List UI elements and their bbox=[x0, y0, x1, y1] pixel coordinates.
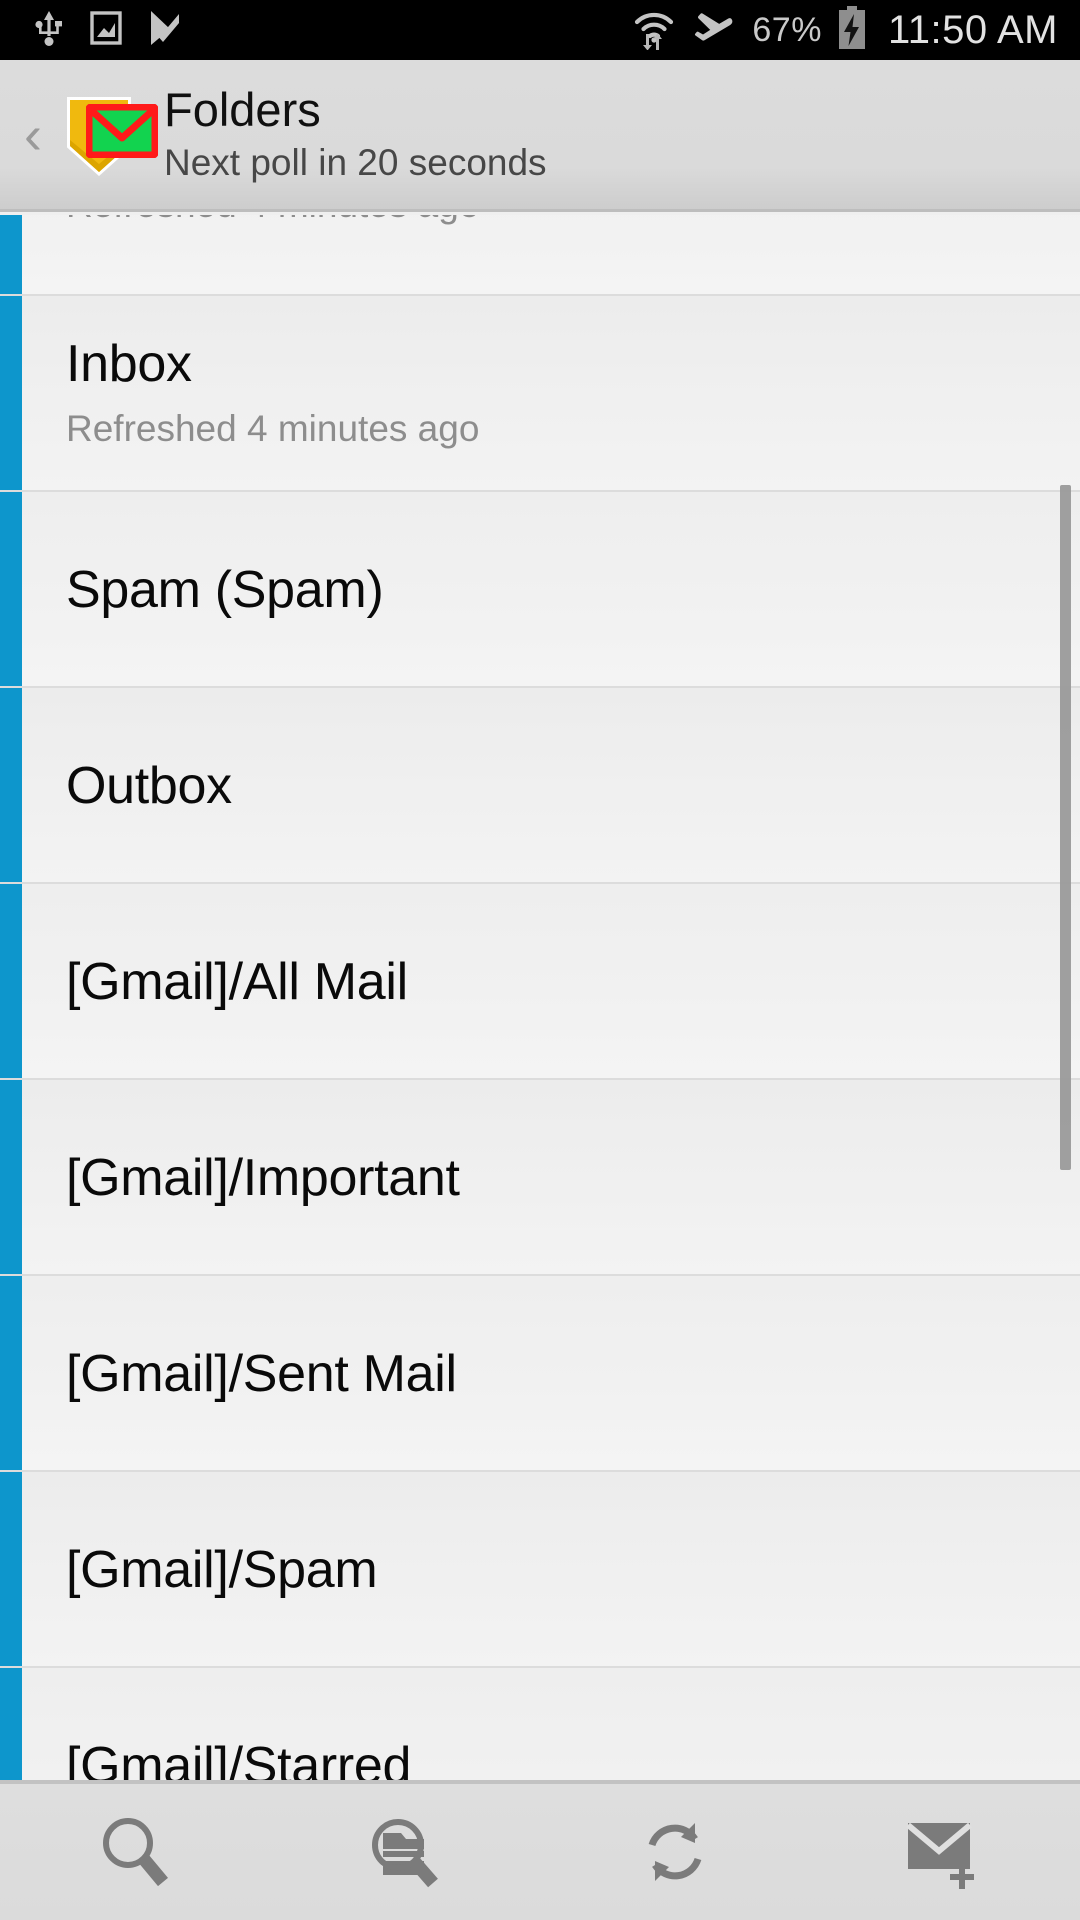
poll-status-label: Next poll in 20 seconds bbox=[164, 141, 547, 183]
folder-list-item[interactable]: [Gmail]/Starred bbox=[0, 1668, 1080, 1780]
status-bar-right-icons: 67% 11:50 AM bbox=[632, 5, 1080, 55]
usb-icon bbox=[34, 9, 64, 52]
folder-list-item[interactable]: [Gmail]/Important bbox=[0, 1080, 1080, 1276]
folder-name: Spam (Spam) bbox=[66, 560, 384, 619]
checkmark-flag-icon bbox=[148, 9, 182, 52]
search-button[interactable] bbox=[0, 1782, 270, 1920]
k9mail-shield-envelope-icon[interactable] bbox=[58, 92, 158, 178]
compose-icon bbox=[902, 1813, 988, 1891]
folder-name: [Gmail]/All Mail bbox=[66, 952, 408, 1011]
folder-name: [Gmail]/Sent Mail bbox=[66, 1344, 457, 1403]
compose-button[interactable] bbox=[810, 1782, 1080, 1920]
folder-name: Outbox bbox=[66, 756, 232, 815]
wifi-transfer-icon bbox=[632, 6, 676, 55]
refresh-button[interactable] bbox=[540, 1782, 810, 1920]
folder-list-item[interactable]: [Gmail]/Sent Mail bbox=[0, 1276, 1080, 1472]
header-text-block: Folders Next poll in 20 seconds bbox=[164, 82, 547, 184]
search-icon bbox=[97, 1814, 173, 1890]
airplane-mode-icon bbox=[692, 7, 736, 54]
battery-charging-icon bbox=[838, 5, 866, 55]
folder-name: [Gmail]/Spam bbox=[66, 1540, 378, 1599]
folder-name: [Gmail]/Important bbox=[66, 1148, 460, 1207]
folder-list-item[interactable]: Outbox bbox=[0, 688, 1080, 884]
refresh-icon bbox=[636, 1813, 714, 1891]
folder-list-item[interactable]: Spam (Spam) bbox=[0, 492, 1080, 688]
vertical-scrollbar[interactable] bbox=[1060, 485, 1071, 1170]
phone-screen: 67% 11:50 AM ‹ Folders Next poll in 20 s… bbox=[0, 0, 1080, 1920]
search-folders-button[interactable] bbox=[270, 1782, 540, 1920]
status-bar-clock: 11:50 AM bbox=[887, 7, 1058, 52]
folder-list[interactable]: Refreshed 4 minutes ago Inbox Refreshed 4 … bbox=[0, 215, 1080, 1780]
folder-status: Refreshed 4 minutes ago bbox=[66, 408, 480, 450]
folder-name: [Gmail]/Starred bbox=[66, 1736, 412, 1780]
folder-status: Refreshed 4 minutes ago bbox=[66, 215, 1080, 226]
back-button[interactable]: ‹ bbox=[10, 108, 56, 162]
status-bar: 67% 11:50 AM bbox=[0, 0, 1080, 60]
search-folders-icon bbox=[365, 1813, 445, 1891]
battery-percent-label: 67% bbox=[752, 10, 822, 49]
folder-list-item[interactable]: Inbox Refreshed 4 minutes ago bbox=[0, 296, 1080, 492]
folder-list-item[interactable]: [Gmail]/All Mail bbox=[0, 884, 1080, 1080]
folder-list-item[interactable]: Refreshed 4 minutes ago bbox=[0, 215, 1080, 296]
status-bar-left-icons bbox=[0, 9, 182, 52]
bottom-toolbar bbox=[0, 1780, 1080, 1920]
action-bar: ‹ Folders Next poll in 20 seconds bbox=[0, 60, 1080, 212]
folder-list-inner: Refreshed 4 minutes ago Inbox Refreshed 4 … bbox=[0, 215, 1080, 1780]
screenshot-icon bbox=[90, 10, 122, 51]
folder-list-item[interactable]: [Gmail]/Spam bbox=[0, 1472, 1080, 1668]
page-title: Folders bbox=[164, 82, 321, 136]
folder-name: Inbox bbox=[66, 335, 192, 394]
